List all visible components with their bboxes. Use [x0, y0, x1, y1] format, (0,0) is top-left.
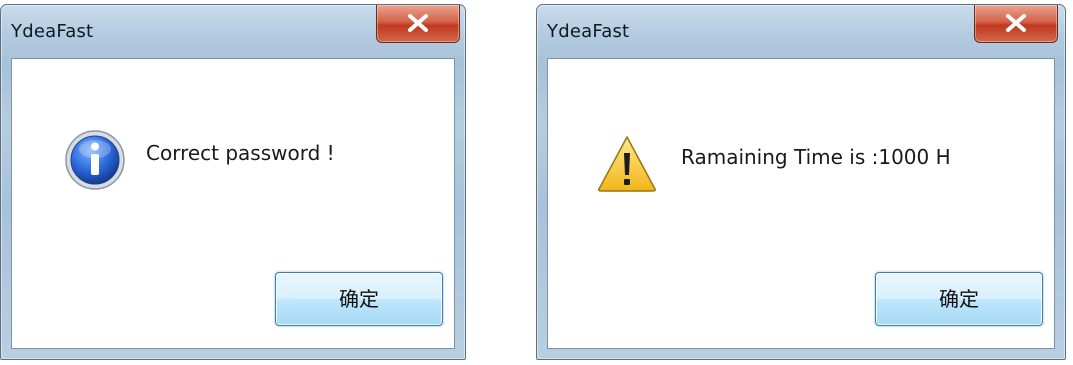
info-dialog: YdeaFast Correct password ! 确定 [0, 4, 466, 360]
close-icon [1006, 14, 1026, 32]
warning-icon [598, 136, 656, 192]
close-icon [408, 14, 428, 32]
info-icon [65, 130, 125, 190]
dialog-body: Correct password ! 确定 [11, 58, 455, 349]
dialog-body: Ramaining Time is :1000 H 确定 [547, 58, 1055, 349]
ok-button[interactable]: 确定 [275, 272, 443, 326]
close-button[interactable] [974, 5, 1058, 43]
close-button[interactable] [376, 5, 460, 43]
dialog-title: YdeaFast [547, 21, 630, 42]
dialog-title: YdeaFast [11, 21, 94, 42]
message-text: Ramaining Time is :1000 H [681, 145, 951, 169]
message-text: Correct password ! [146, 141, 335, 165]
ok-button[interactable]: 确定 [875, 272, 1043, 326]
warning-dialog: YdeaFast Ramaining Time is :1000 H 确定 [536, 4, 1066, 360]
